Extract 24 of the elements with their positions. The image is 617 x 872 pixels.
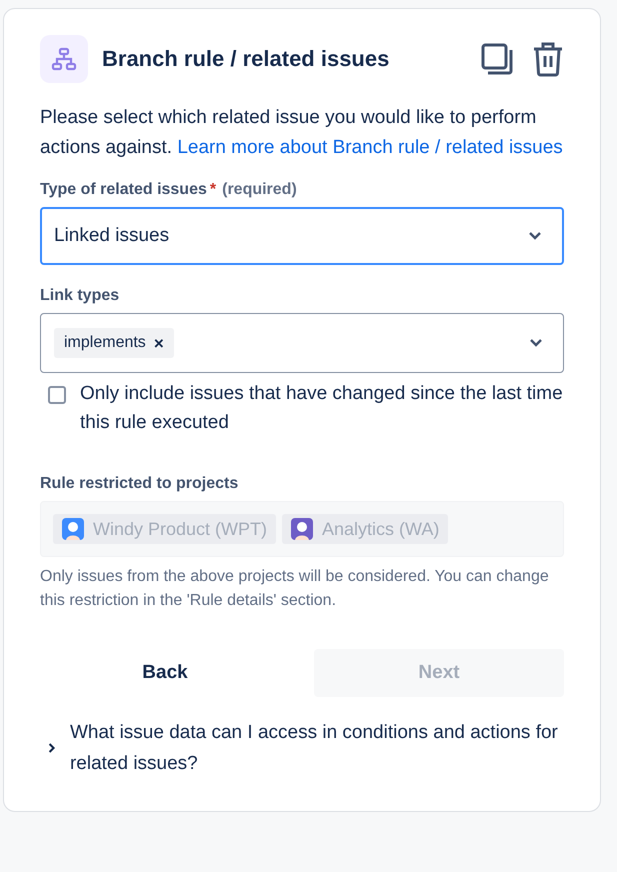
panel-title: Branch rule / related issues xyxy=(102,46,390,72)
hierarchy-icon xyxy=(40,35,88,83)
project-tag: Analytics (WA) xyxy=(282,514,448,544)
required-mark: * xyxy=(210,181,216,198)
help-text: Only issues from the above projects will be considered. You can change this restriction in the 'Rule details' section. xyxy=(40,567,550,611)
faq-expander[interactable]: What issue data can I access in conditions and actions for related issues? xyxy=(70,717,564,779)
chevron-down-icon xyxy=(528,231,542,241)
link-types-select[interactable]: implements × xyxy=(40,313,564,373)
duplicate-icon[interactable] xyxy=(480,42,514,76)
chevron-right-icon[interactable] xyxy=(48,741,56,755)
delete-icon[interactable] xyxy=(532,41,564,77)
checkbox-label: Only include issues that have changed since the last time this rule executed xyxy=(80,382,564,435)
checkbox[interactable] xyxy=(48,386,66,404)
project-tag: Windy Product (WPT) xyxy=(53,514,276,544)
description-text: Please select which related issue you would like to perform actions against. Learn more about Branch rule / related issues xyxy=(40,106,564,160)
field-label: Link types xyxy=(40,287,120,304)
required-note: (required) xyxy=(222,181,297,198)
learn-more-link[interactable]: Learn more about Branch rule / related issues xyxy=(177,137,563,158)
field-label: Type of related issues xyxy=(40,181,207,198)
related-issues-select[interactable]: Linked issues xyxy=(40,207,564,265)
link-type-tag: implements × xyxy=(54,328,174,358)
field-label: Rule restricted to projects xyxy=(40,475,238,492)
remove-tag-button[interactable]: × xyxy=(154,334,164,352)
chevron-down-icon xyxy=(529,338,543,348)
